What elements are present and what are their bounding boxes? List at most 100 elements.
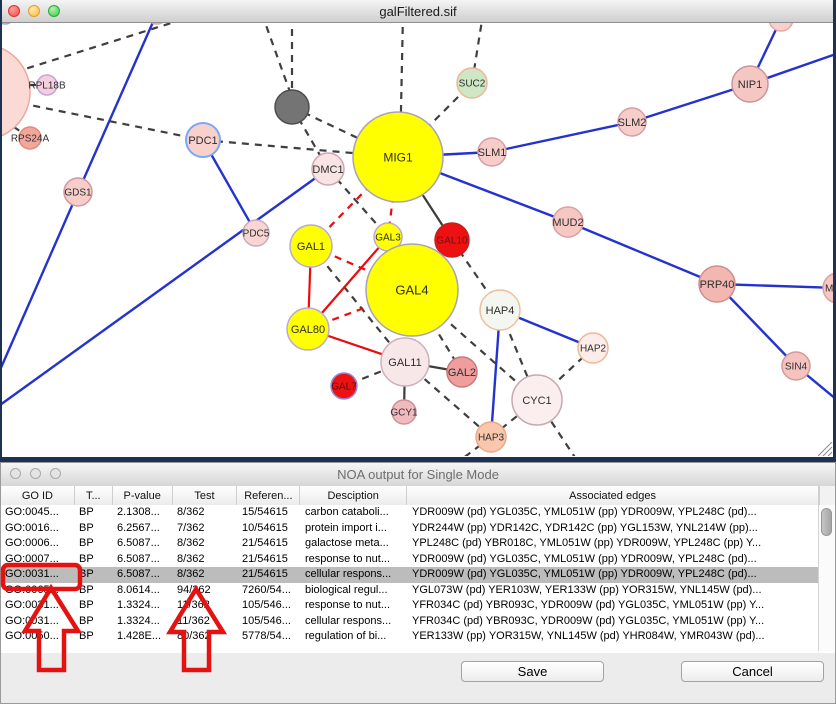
resize-grip[interactable] [818, 442, 832, 456]
cell: YFR034C (pd) YBR093C, YDR009W (pd) YGL03… [408, 598, 821, 614]
cell: cellular respons... [301, 614, 408, 630]
cell: BP [75, 552, 113, 568]
node-label-GAL4: GAL4 [395, 283, 428, 298]
column-header-referen-[interactable]: Referen... [237, 486, 300, 505]
network-canvas[interactable]: RPL18BRPS24AGDS1PDC1DMC1MIG1SUC2SLM1SLM2… [0, 22, 836, 456]
node-unlabeled[interactable] [0, 44, 30, 140]
cell: 8/362 [173, 567, 238, 583]
edge [0, 22, 200, 80]
table-header: GO IDT...P-valueTestReferen...Desciption… [1, 486, 835, 506]
column-header-p-value[interactable]: P-value [113, 486, 173, 505]
table-row[interactable]: GO:0006...BP6.5087...8/36221/54615galact… [1, 536, 835, 552]
cell: carbon cataboli... [301, 505, 408, 521]
node-label-GAL1: GAL1 [297, 241, 325, 253]
column-header-test[interactable]: Test [173, 486, 238, 505]
cell: 105/546... [238, 598, 301, 614]
cell: 6.5087... [113, 536, 173, 552]
node-label-PRP40: PRP40 [700, 279, 735, 291]
cell: YDR009W (pd) YGL035C, YML051W (pp) YDR00… [408, 505, 821, 521]
cell: 8/362 [173, 505, 238, 521]
table-row[interactable]: GO:0031...BP1.3324...11/362105/546...cel… [1, 614, 835, 630]
edge [492, 122, 632, 152]
table-row-selected[interactable]: GO:0031...BP6.5087...8/36221/54615cellul… [1, 567, 835, 583]
node-unlabeled[interactable] [769, 22, 793, 31]
node-label-HAP3: HAP3 [478, 433, 505, 444]
close-button[interactable] [8, 5, 20, 17]
cell: GO:0045... [1, 505, 75, 521]
cell: galactose meta... [301, 536, 408, 552]
table-row[interactable]: GO:0031...BP1.3324...11/362105/546...res… [1, 598, 835, 614]
cell: 105/546... [238, 614, 301, 630]
cell: 6.2567... [113, 521, 173, 537]
cell: 21/54615 [238, 536, 301, 552]
cell: YFR034C (pd) YBR093C, YDR009W (pd) YGL03… [408, 614, 821, 630]
node-label-DMC1: DMC1 [312, 164, 343, 176]
cell: BP [75, 505, 113, 521]
node-label-GAL11: GAL11 [388, 357, 421, 369]
zoom-button[interactable] [48, 5, 60, 17]
cell: response to nut... [301, 552, 408, 568]
cell: 6.5087... [113, 552, 173, 568]
cell: 8/362 [173, 552, 238, 568]
cell: 1.428E... [113, 629, 173, 645]
column-header-associated-edges[interactable]: Associated edges [407, 486, 819, 505]
table-row[interactable]: GO:0065...BP8.0614...94/3627260/54...bio… [1, 583, 835, 599]
cell: GO:0050... [1, 629, 75, 645]
cell: BP [75, 521, 113, 537]
results-table: GO:0045...BP2.1308...8/36215/54615carbon… [1, 505, 835, 653]
minimize-button[interactable] [28, 5, 40, 17]
cell: BP [75, 583, 113, 599]
node-label-RPS24A: RPS24A [11, 134, 50, 145]
cell: BP [75, 629, 113, 645]
save-button[interactable]: Save [461, 661, 604, 682]
cell: GO:0031... [1, 598, 75, 614]
network-window: galFiltered.sif RPL18BRPS24AGDS1PDC1DMC1… [0, 0, 836, 462]
cell: BP [75, 536, 113, 552]
cell: biological regul... [301, 583, 408, 599]
cell: 15/54615 [238, 505, 301, 521]
node-label-SLM1: SLM1 [478, 147, 507, 159]
cell: 7260/54... [238, 583, 301, 599]
scrollbar-thumb[interactable] [821, 508, 832, 536]
cell: 2.1308... [113, 505, 173, 521]
cell: BP [75, 598, 113, 614]
node-label-GAL10: GAL10 [436, 236, 468, 247]
cell: 7/362 [173, 521, 238, 537]
node-label-MUD2: MUD2 [552, 217, 583, 229]
cell: cellular respons... [301, 567, 408, 583]
cell: 6.5087... [113, 567, 173, 583]
header-corner [819, 486, 835, 505]
cell: 1.3324... [113, 598, 173, 614]
cell: YER133W (pp) YOR315W, YNL145W (pd) YHR08… [408, 629, 821, 645]
cell: YPL248C (pd) YBR018C, YML051W (pp) YDR00… [408, 536, 821, 552]
cell: GO:0031... [1, 567, 75, 583]
table-row[interactable]: GO:0050...BP1.428E...80/3625778/54...reg… [1, 629, 835, 645]
node-label-GAL7: GAL7 [331, 382, 357, 393]
cell: YDR244W (pp) YDR142C, YDR142C (pp) YGL15… [408, 521, 821, 537]
column-header-desciption[interactable]: Desciption [300, 486, 407, 505]
column-header-go-id[interactable]: GO ID [1, 486, 75, 505]
table-row[interactable]: GO:0007...BP6.5087...8/36221/54615respon… [1, 552, 835, 568]
node-label-GAL3: GAL3 [375, 233, 401, 244]
node-label-GAL2: GAL2 [448, 367, 476, 379]
column-header-t-[interactable]: T... [75, 486, 113, 505]
node-label-MIG1: MIG1 [383, 150, 413, 164]
close-button-inactive[interactable] [10, 468, 21, 479]
table-row[interactable]: GO:0016...BP6.2567...7/36210/54615protei… [1, 521, 835, 537]
cell: 11/362 [173, 614, 238, 630]
table-row[interactable]: GO:0045...BP2.1308...8/36215/54615carbon… [1, 505, 835, 521]
cell: 21/54615 [238, 567, 301, 583]
node-unlabeled[interactable] [275, 90, 309, 124]
cancel-button[interactable]: Cancel [681, 661, 824, 682]
minimize-button-inactive[interactable] [30, 468, 41, 479]
node-label-NIP1: NIP1 [738, 79, 762, 91]
zoom-button-inactive[interactable] [50, 468, 61, 479]
cell: regulation of bi... [301, 629, 408, 645]
noa-titlebar: NOA output for Single Mode [1, 463, 835, 487]
node-label-GAL80: GAL80 [291, 324, 325, 336]
edge [262, 22, 290, 92]
cell: 80/362 [173, 629, 238, 645]
noa-window: NOA output for Single Mode GO IDT...P-va… [0, 462, 836, 704]
noa-window-title: NOA output for Single Mode [337, 467, 499, 482]
vertical-scrollbar[interactable] [818, 505, 835, 651]
